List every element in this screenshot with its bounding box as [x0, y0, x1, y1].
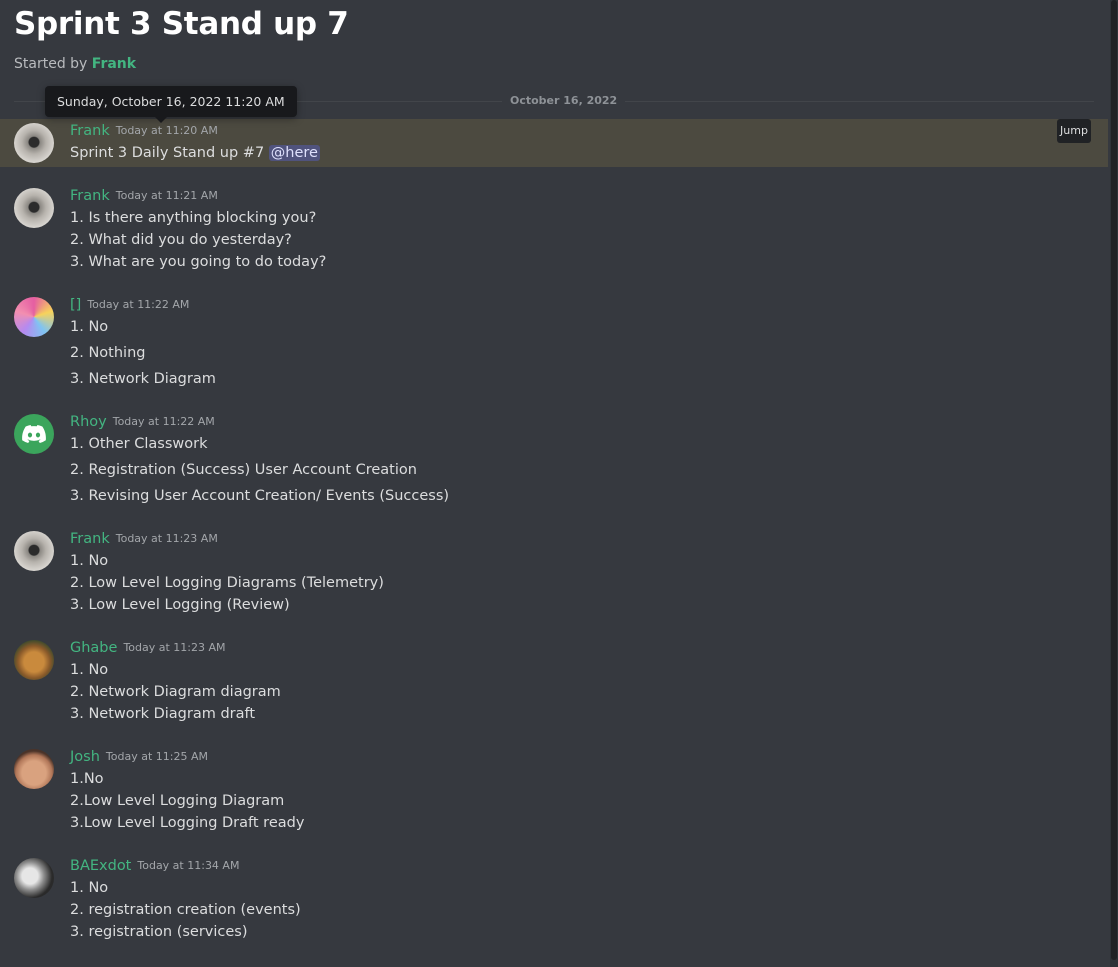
message-line: 3. Network Diagram: [70, 371, 216, 387]
message-line: 1. No: [70, 319, 109, 335]
message-content: Sprint 3 Daily Stand up #7 @here: [70, 145, 320, 161]
message-line: 3. Revising User Account Creation/ Event…: [70, 488, 450, 504]
message-line: 1. No: [70, 553, 109, 569]
message-line: 2. Nothing: [70, 345, 146, 361]
author-name[interactable]: Rhoy: [70, 414, 107, 430]
message-author[interactable]: Frank Today at 11:20 AM: [70, 123, 218, 139]
message-line: 2. What did you do yesterday?: [70, 232, 292, 248]
anime-avatar-icon[interactable]: [14, 297, 54, 337]
message-text: Sprint 3 Daily Stand up #7: [70, 145, 265, 161]
message-line: 3. What are you going to do today?: [70, 254, 327, 270]
message-line: 1. No: [70, 662, 109, 678]
message-author[interactable]: Frank Today at 11:23 AM: [70, 531, 218, 547]
message-line: 3.Low Level Logging Draft ready: [70, 815, 305, 831]
message-timestamp[interactable]: Today at 11:25 AM: [106, 750, 208, 763]
message-line: 1. No: [70, 880, 109, 896]
started-by: Started by Frank: [14, 56, 136, 72]
message-timestamp[interactable]: Today at 11:34 AM: [137, 859, 239, 872]
message-author[interactable]: BAExdot Today at 11:34 AM: [70, 858, 239, 874]
message-line: 2. Network Diagram diagram: [70, 684, 281, 700]
gray-avatar-icon[interactable]: [14, 531, 54, 571]
message-author[interactable]: [] Today at 11:22 AM: [70, 297, 189, 313]
message-line: 3. Network Diagram draft: [70, 706, 256, 722]
message-timestamp[interactable]: Today at 11:23 AM: [116, 532, 218, 545]
message-author[interactable]: Frank Today at 11:21 AM: [70, 188, 218, 204]
message-timestamp[interactable]: Today at 11:22 AM: [87, 298, 189, 311]
face-avatar-icon[interactable]: [14, 749, 54, 789]
message-timestamp[interactable]: Today at 11:21 AM: [116, 189, 218, 202]
message-timestamp[interactable]: Today at 11:20 AM: [116, 124, 218, 137]
thread-title: Sprint 3 Stand up 7: [14, 6, 349, 42]
author-name[interactable]: []: [70, 297, 81, 313]
message-line: 2. Registration (Success) User Account C…: [70, 462, 417, 478]
scrollbar-thumb[interactable]: [1111, 0, 1117, 960]
message-line: 1.No: [70, 771, 104, 787]
message-author[interactable]: Rhoy Today at 11:22 AM: [70, 414, 215, 430]
tooltip-arrow: [155, 117, 167, 123]
timestamp-tooltip: Sunday, October 16, 2022 11:20 AM: [45, 86, 297, 117]
author-name[interactable]: Ghabe: [70, 640, 117, 656]
message-line: 1. Is there anything blocking you?: [70, 210, 317, 226]
message-timestamp[interactable]: Today at 11:23 AM: [123, 641, 225, 654]
message-line: 3. Low Level Logging (Review): [70, 597, 290, 613]
message-author[interactable]: Josh Today at 11:25 AM: [70, 749, 208, 765]
starter-name[interactable]: Frank: [92, 56, 136, 72]
gray-avatar-icon[interactable]: [14, 188, 54, 228]
discord-logo-icon: [22, 425, 46, 443]
message-line: 3. registration (services): [70, 924, 248, 940]
author-name[interactable]: Frank: [70, 123, 110, 139]
here-mention[interactable]: @here: [268, 145, 320, 161]
author-name[interactable]: Frank: [70, 531, 110, 547]
gray-avatar-icon[interactable]: [14, 123, 54, 163]
author-name[interactable]: Frank: [70, 188, 110, 204]
date-divider-label: October 16, 2022: [502, 94, 626, 107]
author-name[interactable]: Josh: [70, 749, 100, 765]
message-line: 1. Other Classwork: [70, 436, 208, 452]
started-by-label: Started by: [14, 56, 88, 72]
author-name[interactable]: BAExdot: [70, 858, 131, 874]
message-timestamp[interactable]: Today at 11:22 AM: [113, 415, 215, 428]
jump-button[interactable]: Jump: [1057, 119, 1091, 143]
bw-avatar-icon[interactable]: [14, 858, 54, 898]
dog-avatar-icon[interactable]: [14, 640, 54, 680]
message-author[interactable]: Ghabe Today at 11:23 AM: [70, 640, 226, 656]
message-line: 2. Low Level Logging Diagrams (Telemetry…: [70, 575, 384, 591]
message-line: 2. registration creation (events): [70, 902, 301, 918]
message-line: 2.Low Level Logging Diagram: [70, 793, 285, 809]
discord-avatar-icon[interactable]: [14, 414, 54, 454]
